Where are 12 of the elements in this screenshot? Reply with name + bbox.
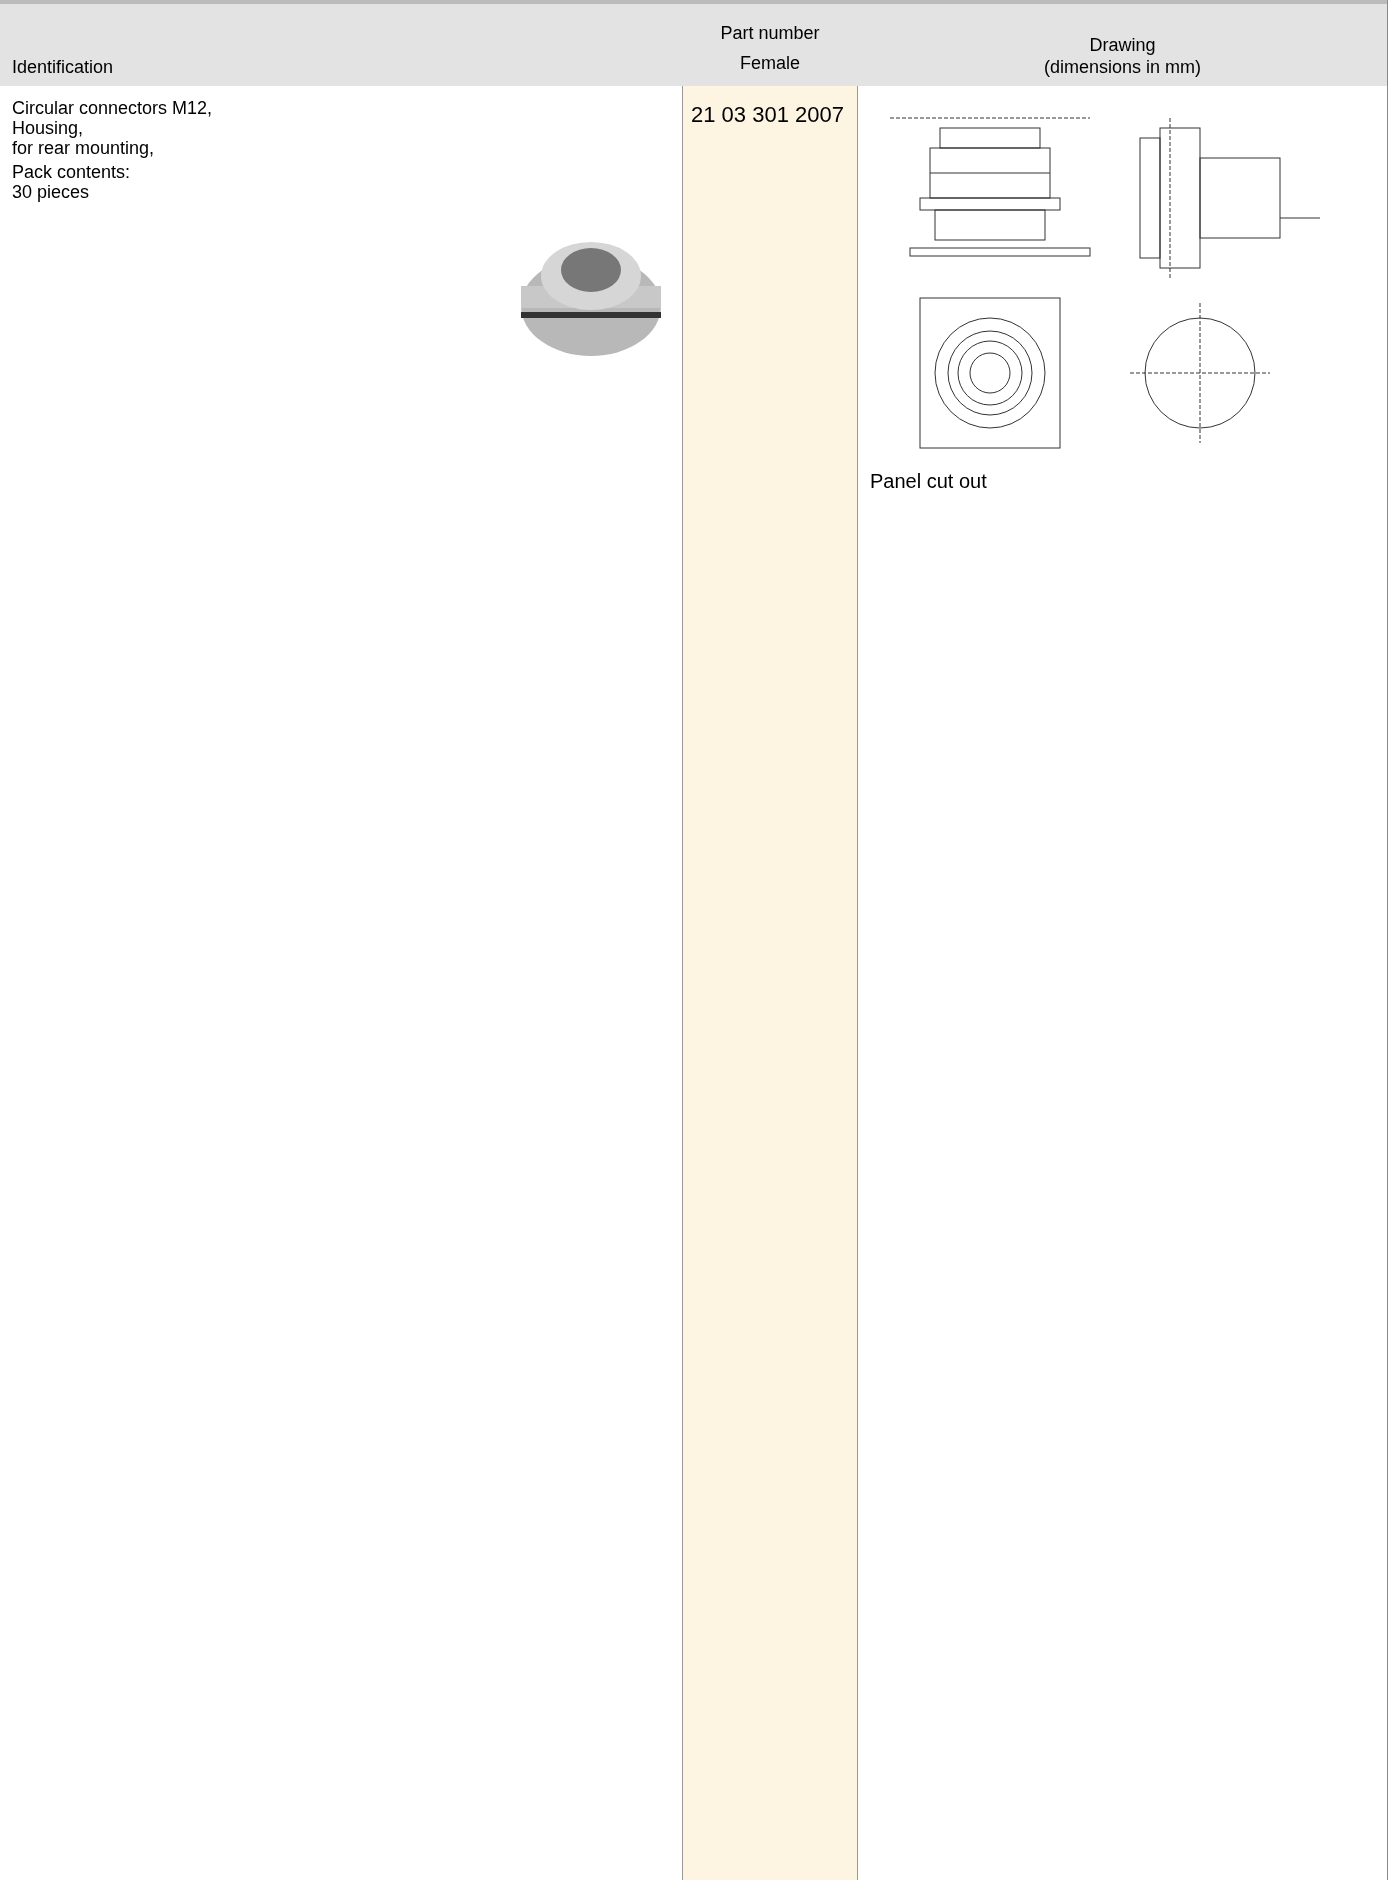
column-header: Part number bbox=[720, 22, 820, 45]
column-header: Identification bbox=[12, 56, 115, 78]
column-header: (dimensions in mm) bbox=[1043, 56, 1201, 78]
column-header: Female bbox=[740, 52, 800, 75]
drawing-caption: Panel cut out bbox=[870, 469, 988, 494]
identification-text: for rear mounting, bbox=[12, 138, 156, 158]
identification-text: Circular connectors M12, bbox=[12, 98, 214, 118]
column-header: Drawing bbox=[1089, 34, 1156, 56]
pack-contents-text: Pack contents: bbox=[12, 162, 132, 182]
pack-contents-text: 30 pieces bbox=[12, 182, 91, 202]
identification-text: Housing, bbox=[12, 118, 85, 138]
part-number: 21 03 301 2007 bbox=[691, 102, 844, 127]
